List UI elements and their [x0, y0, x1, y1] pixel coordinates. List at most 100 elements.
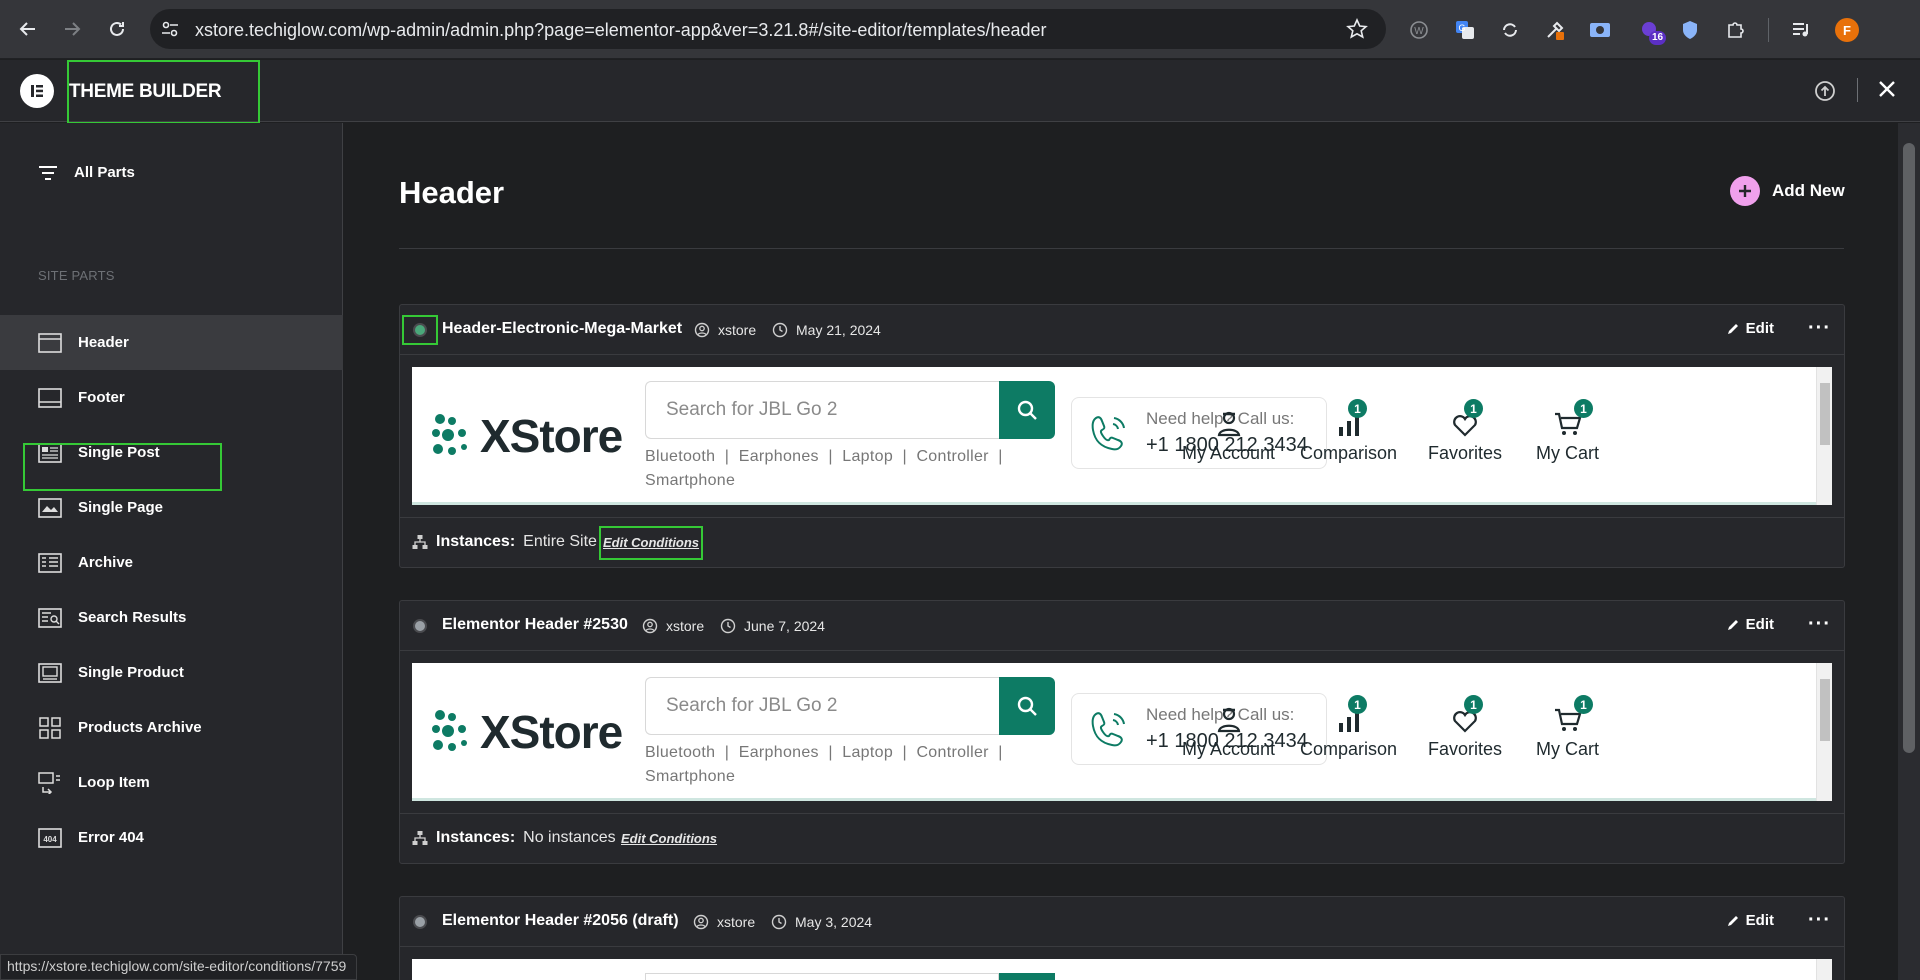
- wordpress-extension-icon[interactable]: W: [1406, 17, 1432, 43]
- search-button: [999, 381, 1055, 439]
- template-author: xstore: [642, 618, 704, 634]
- template-card: Header-Electronic-Mega-Market xstore May…: [399, 304, 1845, 568]
- highlight-box: [599, 526, 703, 560]
- filter-list-icon: [39, 165, 57, 180]
- sidebar-item-label: Single Page: [78, 499, 164, 516]
- search-input: Search for JBL Go 2: [645, 381, 999, 439]
- preview-search: Search for JBL Go 2: [645, 677, 1055, 735]
- template-name[interactable]: Elementor Header #2530: [442, 616, 628, 634]
- my-account-label: My Account: [1182, 739, 1276, 759]
- edit-button[interactable]: Edit: [1726, 616, 1774, 633]
- status-indicator: [413, 915, 427, 929]
- more-options-icon[interactable]: ···: [1808, 909, 1831, 932]
- puzzle-extensions-icon[interactable]: [1722, 17, 1748, 43]
- header-layout-icon: [38, 331, 62, 355]
- pencil-icon: [1727, 323, 1738, 334]
- my-cart-label: My Cart: [1536, 739, 1599, 759]
- sync-extension-icon[interactable]: [1497, 17, 1523, 43]
- date-text: May 21, 2024: [796, 322, 881, 338]
- my-account-label: My Account: [1182, 443, 1276, 463]
- more-options-icon[interactable]: ···: [1808, 613, 1831, 636]
- instances-value: No instances: [523, 829, 616, 846]
- search-tags: Bluetooth | Earphones | Laptop | Control…: [645, 741, 1005, 789]
- sidebar-item-archive[interactable]: Archive: [0, 535, 343, 590]
- info-icon[interactable]: [1814, 80, 1836, 107]
- template-name[interactable]: Elementor Header #2056 (draft): [442, 912, 679, 930]
- preview-bottom-border: [412, 798, 1816, 801]
- instances-label: Instances:: [436, 533, 516, 550]
- instances-value: Entire Site: [523, 533, 597, 550]
- preview-scrollbar[interactable]: [1816, 959, 1832, 980]
- error-404-icon: 404: [38, 826, 62, 850]
- sidebar-item-label: Loop Item: [78, 774, 150, 791]
- search-icon: [1017, 696, 1037, 716]
- screen-capture-extension-icon[interactable]: [1587, 17, 1613, 43]
- edit-button[interactable]: Edit: [1726, 320, 1774, 337]
- tags-line: Bluetooth | Earphones | Laptop | Control…: [645, 448, 1003, 465]
- address-bar[interactable]: xstore.techiglow.com/wp-admin/admin.php?…: [150, 9, 1386, 49]
- count-badge: 1: [1348, 695, 1367, 714]
- more-options-icon[interactable]: ···: [1808, 317, 1831, 340]
- elementor-logo-icon: [20, 74, 54, 108]
- clock-icon: [771, 914, 787, 930]
- clock-icon: [720, 618, 736, 634]
- forward-button[interactable]: [57, 14, 87, 44]
- scrollbar-thumb[interactable]: [1820, 679, 1830, 741]
- count-badge: 1: [1574, 695, 1593, 714]
- add-new-button[interactable]: Add New: [1730, 176, 1845, 206]
- close-icon[interactable]: [1877, 79, 1897, 104]
- sidebar-item-label: Footer: [78, 389, 125, 406]
- site-info-icon[interactable]: [160, 19, 180, 44]
- preview-scrollbar[interactable]: [1816, 663, 1832, 801]
- footer-layout-icon: [38, 386, 62, 410]
- sidebar-item-loop-item[interactable]: Loop Item: [0, 755, 343, 810]
- sidebar-item-error-404[interactable]: 404 Error 404: [0, 810, 343, 865]
- back-button[interactable]: [13, 14, 43, 44]
- count-badge: 1: [1348, 399, 1367, 418]
- status-indicator: [413, 619, 427, 633]
- all-parts-link[interactable]: All Parts: [38, 164, 135, 181]
- svg-text:W: W: [1414, 26, 1424, 37]
- sidebar-item-single-post[interactable]: Single Post: [0, 425, 343, 480]
- status-bar-url: https://xstore.techiglow.com/site-editor…: [0, 954, 358, 980]
- template-name[interactable]: Header-Electronic-Mega-Market: [442, 320, 682, 338]
- search-results-icon: [38, 606, 62, 630]
- preview-scrollbar[interactable]: [1816, 367, 1832, 505]
- main-content: Header Add New Header-Electronic-Mega-Ma…: [344, 123, 1900, 980]
- main-scrollbar[interactable]: [1898, 123, 1920, 980]
- search-button: [999, 973, 1055, 980]
- edit-button[interactable]: Edit: [1726, 912, 1774, 929]
- template-preview: [412, 959, 1832, 980]
- profile-avatar[interactable]: F: [1835, 18, 1859, 42]
- bookmark-star-icon[interactable]: [1346, 18, 1368, 45]
- my-account: My Account: [1182, 407, 1275, 464]
- user-icon: [694, 322, 710, 338]
- xstore-logo-icon: [432, 710, 467, 751]
- clock-icon: [772, 322, 788, 338]
- eyedropper-extension-icon[interactable]: [1542, 17, 1568, 43]
- sidebar-item-single-product[interactable]: Single Product: [0, 645, 343, 700]
- sidebar-item-products-archive[interactable]: Products Archive: [0, 700, 343, 755]
- reload-button[interactable]: [102, 14, 132, 44]
- instances: Instances: No instances: [412, 829, 616, 847]
- sidebar-item-footer[interactable]: Footer: [0, 370, 343, 425]
- template-date: May 3, 2024: [771, 914, 872, 930]
- sidebar-item-single-page[interactable]: Single Page: [0, 480, 343, 535]
- toolbar-divider: [1768, 18, 1769, 42]
- shield-extension-icon[interactable]: [1677, 17, 1703, 43]
- theme-builder-header: THEME BUILDER: [0, 60, 1920, 124]
- notification-extension-icon[interactable]: 16: [1637, 17, 1667, 45]
- template-preview: XStore Search for JBL Go 2 Bluetooth | E…: [412, 663, 1832, 801]
- template-card-header: Header-Electronic-Mega-Market xstore May…: [400, 305, 1844, 355]
- media-control-icon[interactable]: [1788, 17, 1814, 43]
- edit-conditions-link[interactable]: Edit Conditions: [621, 831, 717, 846]
- sidebar-item-header[interactable]: Header: [0, 315, 343, 370]
- scrollbar-thumb[interactable]: [1820, 383, 1830, 445]
- products-archive-icon: [38, 716, 62, 740]
- my-cart-label: My Cart: [1536, 443, 1599, 463]
- scrollbar-thumb[interactable]: [1903, 143, 1915, 753]
- translate-extension-icon[interactable]: G: [1452, 17, 1478, 43]
- search-input: [645, 973, 999, 980]
- sidebar-item-label: Single Post: [78, 444, 160, 461]
- sidebar-item-search-results[interactable]: Search Results: [0, 590, 343, 645]
